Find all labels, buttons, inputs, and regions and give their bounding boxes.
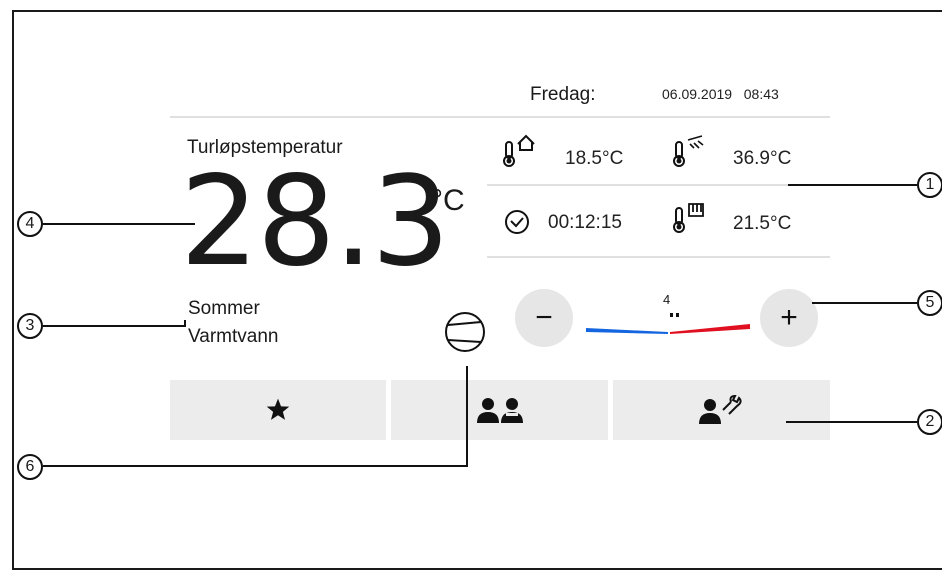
sensor-divider-bottom: [487, 256, 830, 258]
callout-2: 2: [917, 409, 942, 435]
callout-5: 5: [917, 290, 942, 316]
leader-line-3-tick: [184, 320, 186, 326]
leader-line-2: [786, 421, 917, 423]
leader-line-6-vertical: [466, 366, 468, 466]
temperature-curve-bar: [586, 324, 750, 334]
runtime-value: 00:12:15: [548, 212, 622, 233]
flow-temp-value: 28.3: [180, 150, 450, 294]
leader-line-6: [43, 465, 468, 467]
clock-icon: [504, 209, 530, 240]
star-icon: [266, 398, 290, 420]
level-dot-left: [670, 313, 673, 317]
mode-summer: Sommer: [188, 298, 260, 319]
leader-line-3: [43, 325, 186, 327]
users-icon: [476, 398, 523, 423]
hot-water-thermometer-icon: [672, 134, 708, 173]
decrease-button[interactable]: −: [515, 289, 573, 347]
leader-line-4: [43, 223, 195, 225]
outdoor-thermometer-icon: [502, 134, 538, 173]
callout-4: 4: [17, 211, 43, 237]
sensor-divider: [487, 184, 830, 186]
leader-line-5: [812, 302, 917, 304]
flow-temp-unit: °C: [431, 184, 465, 217]
service-tile[interactable]: [613, 380, 830, 440]
increase-button[interactable]: +: [760, 289, 818, 347]
outdoor-temp-value: 18.5°C: [565, 148, 624, 169]
diagram-frame: [12, 10, 942, 570]
callout-1: 1: [917, 172, 942, 198]
header-divider: [170, 116, 830, 118]
time-value: 08:43: [743, 86, 779, 102]
compressor-icon: [443, 310, 487, 359]
date-value: 06.09.2019: [662, 86, 733, 102]
datetime-label: 06.09.2019 08:43: [662, 86, 779, 102]
favorites-tile[interactable]: [170, 380, 386, 440]
service-user-icon: [698, 394, 742, 424]
hot-water-temp-value: 36.9°C: [733, 148, 792, 169]
weekday-label: Fredag:: [530, 84, 596, 105]
buffer-tank-thermometer-icon: [672, 200, 708, 239]
callout-6: 6: [17, 454, 43, 480]
mode-hot-water: Varmtvann: [188, 326, 279, 347]
users-tile[interactable]: [391, 380, 608, 440]
callout-3: 3: [17, 313, 43, 339]
level-dot-right: [676, 313, 679, 317]
leader-line-1: [788, 184, 917, 186]
buffer-temp-value: 21.5°C: [733, 213, 792, 234]
level-value: 4: [663, 292, 671, 307]
